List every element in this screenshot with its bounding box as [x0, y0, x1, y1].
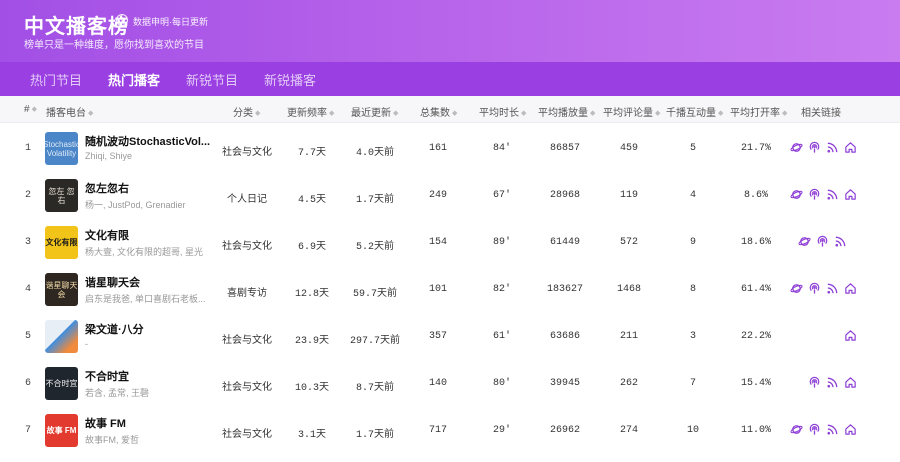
rss-icon[interactable]: [826, 423, 839, 436]
rss-icon[interactable]: [826, 376, 839, 389]
home-icon[interactable]: [844, 188, 857, 201]
table-row[interactable]: 1 Stochastic Volatility 随机波动StochasticVol.…: [0, 124, 900, 171]
podcast-icon[interactable]: [808, 188, 821, 201]
table-row[interactable]: 4 谐星聊天会 谐星聊天会 启东是我爸, 单口喜剧石老板... 喜剧专访 12.8天 59.…: [0, 265, 900, 312]
related-links: [0, 141, 900, 155]
rss-icon[interactable]: [834, 235, 847, 248]
table-row[interactable]: 5 梁文道·八分 - 社会与文化 23.9天 297.7天前 357 61' 63686 211 3…: [0, 312, 900, 359]
planet-icon[interactable]: [790, 188, 803, 201]
sort-caret-icon[interactable]: ◆: [521, 110, 526, 117]
sort-caret-icon[interactable]: ◆: [590, 110, 595, 117]
column-header-avg-comments: 平均评论量 ◆: [603, 108, 661, 119]
column-header-interactions: 千播互动量 ◆: [666, 108, 724, 119]
tab-new-episodes[interactable]: 新锐节目: [186, 70, 238, 89]
column-header-podcast: 播客电台 ◆: [46, 108, 94, 119]
podcast-icon[interactable]: [808, 282, 821, 295]
rss-icon[interactable]: [826, 141, 839, 154]
sort-caret-icon[interactable]: ◆: [655, 110, 660, 117]
tab-bar: 热门节目 热门播客 新锐节目 新锐播客: [0, 62, 900, 96]
podcast-icon[interactable]: [808, 423, 821, 436]
planet-icon[interactable]: [798, 235, 811, 248]
podcast-icon[interactable]: [808, 141, 821, 154]
table-row[interactable]: 2 忽左 忽右 忽左忽右 杨一, JustPod, Grenadier 个人日记 4.5天…: [0, 171, 900, 218]
sort-caret-icon[interactable]: ◆: [452, 110, 457, 117]
related-links: [0, 282, 900, 296]
tab-hot-podcasts[interactable]: 热门播客: [108, 70, 160, 89]
related-links: [0, 423, 900, 437]
table-header: # ◆ 播客电台 ◆ 分类 ◆ 更新频率 ◆ 最近更新 ◆ 总集数 ◆ 平均时长 ◆ 平均播放…: [0, 96, 900, 123]
column-header-frequency: 更新频率 ◆: [287, 108, 335, 119]
podcast-icon[interactable]: [816, 235, 829, 248]
sort-caret-icon[interactable]: ◆: [393, 110, 398, 117]
related-links: [0, 235, 900, 249]
column-header-links: 相关链接: [801, 108, 841, 119]
home-icon[interactable]: [844, 282, 857, 295]
rss-icon[interactable]: [826, 188, 839, 201]
planet-icon[interactable]: [790, 282, 803, 295]
sort-caret-icon[interactable]: ◆: [255, 110, 260, 117]
home-icon[interactable]: [844, 329, 857, 342]
podcast-icon[interactable]: [808, 376, 821, 389]
column-header-avg-plays: 平均播放量 ◆: [538, 108, 596, 119]
page-subtitle: 榜单只是一种维度，愿你找到喜欢的节目: [24, 40, 204, 51]
column-header-open-rate: 平均打开率 ◆: [730, 108, 788, 119]
column-header-category: 分类 ◆: [233, 108, 261, 119]
column-header-avg-duration: 平均时长 ◆: [479, 108, 527, 119]
home-icon[interactable]: [844, 423, 857, 436]
table-row[interactable]: 6 不合时宜 不合时宜 若含, 孟常, 王磬 社会与文化 10.3天 8.7天前 140 80'…: [0, 359, 900, 406]
data-notice-link[interactable]: 数据申明·每日更新: [133, 15, 208, 28]
column-header-episodes: 总集数 ◆: [420, 108, 458, 119]
sort-caret-icon[interactable]: ◆: [782, 110, 787, 117]
tab-hot-episodes[interactable]: 热门节目: [30, 70, 82, 89]
sort-caret-icon[interactable]: ◆: [88, 110, 93, 117]
planet-icon[interactable]: [790, 423, 803, 436]
table-row[interactable]: 7 故事 FM 故事 FM 故事FM, 爱哲 社会与文化 3.1天 1.7天前 717 29' 2…: [0, 406, 900, 453]
tab-new-podcasts[interactable]: 新锐播客: [264, 70, 316, 89]
sort-caret-icon[interactable]: ◆: [329, 110, 334, 117]
related-links: [0, 376, 900, 390]
related-links: [0, 329, 900, 343]
rss-icon[interactable]: [826, 282, 839, 295]
info-icon[interactable]: i: [116, 14, 128, 26]
page-title: 中文播客榜: [24, 16, 129, 38]
related-links: [0, 188, 900, 202]
home-icon[interactable]: [844, 141, 857, 154]
planet-icon[interactable]: [790, 141, 803, 154]
sort-caret-icon[interactable]: ◆: [718, 110, 723, 117]
home-icon[interactable]: [844, 376, 857, 389]
sort-caret-icon[interactable]: ◆: [32, 106, 37, 113]
table-row[interactable]: 3 文化有限 文化有限 杨大壹, 文化有限的超哥, 星光 社会与文化 6.9天 5.2天前 1…: [0, 218, 900, 265]
column-header-latest: 最近更新 ◆: [351, 108, 399, 119]
column-header-rank: # ◆: [24, 104, 37, 115]
